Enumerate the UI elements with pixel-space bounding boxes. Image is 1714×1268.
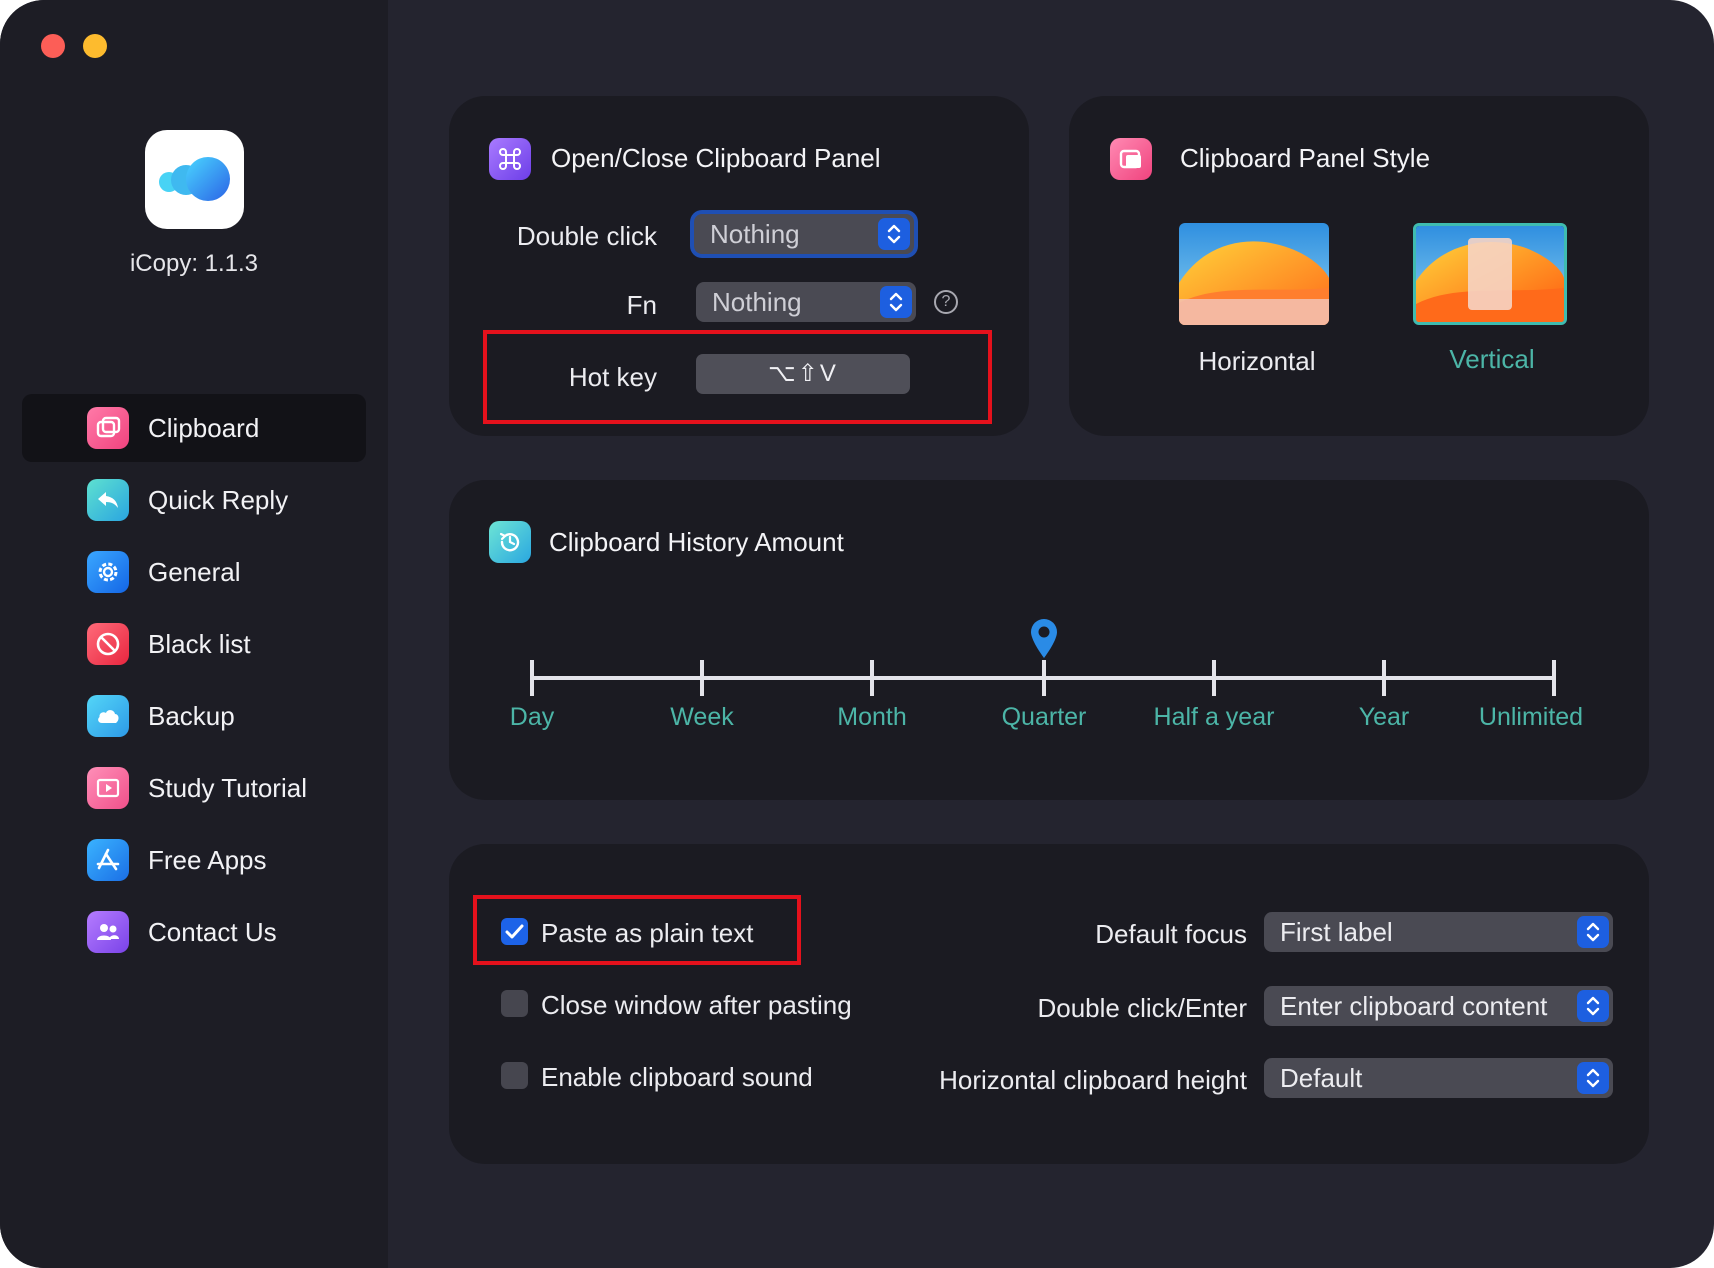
sidebar-item-label: Contact Us [148, 917, 277, 947]
close-window-button[interactable] [41, 34, 65, 58]
minimize-window-button[interactable] [83, 34, 107, 58]
cloud-icon [87, 695, 129, 737]
wallpaper-vertical-icon [1416, 226, 1564, 322]
slider-tick [870, 660, 874, 696]
sound-checkbox[interactable] [501, 1062, 528, 1089]
wallpaper-horizontal-icon [1179, 223, 1329, 325]
double-click-label: Double click [516, 221, 657, 251]
double-click-enter-select[interactable]: Enter clipboard content [1264, 986, 1613, 1026]
app-store-icon [87, 839, 129, 881]
sidebar-item-label: Backup [148, 701, 235, 731]
app-logo [145, 130, 244, 229]
reply-icon [87, 479, 129, 521]
prohibited-icon [87, 623, 129, 665]
clouds-logo-icon [159, 157, 230, 201]
fn-label: Fn [626, 290, 657, 320]
double-click-value: Nothing [710, 219, 800, 249]
vertical-style-option[interactable] [1413, 223, 1567, 325]
sidebar-item-general[interactable]: General [22, 538, 366, 606]
chevron-updown-icon [1577, 1062, 1609, 1094]
sidebar-item-backup[interactable]: Backup [22, 682, 366, 750]
gear-icon [87, 551, 129, 593]
video-icon [87, 767, 129, 809]
slider-pin-icon[interactable] [1028, 617, 1060, 659]
window-stack-icon [1110, 138, 1152, 180]
slider-tick [1042, 660, 1046, 696]
sidebar: iCopy: 1.1.3 Clipboard Quick Reply Gener… [0, 0, 388, 1268]
paste-plain-label: Paste as plain text [541, 918, 754, 948]
fn-select[interactable]: Nothing [696, 282, 916, 322]
sidebar-item-label: Black list [148, 629, 251, 659]
sidebar-item-contact-us[interactable]: Contact Us [22, 898, 366, 966]
paste-plain-checkbox[interactable] [501, 918, 528, 945]
stop-day[interactable]: Day [447, 703, 617, 732]
sidebar-item-black-list[interactable]: Black list [22, 610, 366, 678]
double-click-enter-value: Enter clipboard content [1280, 991, 1548, 1021]
stop-year[interactable]: Year [1299, 703, 1469, 732]
chevron-updown-icon [1577, 990, 1609, 1022]
sidebar-item-label: General [148, 557, 241, 587]
clipboard-icon [87, 407, 129, 449]
vertical-label: Vertical [1449, 344, 1535, 374]
chevron-updown-icon [880, 286, 912, 318]
sidebar-item-label: Quick Reply [148, 485, 289, 515]
app-version: iCopy: 1.1.3 [129, 250, 259, 277]
stop-week[interactable]: Week [617, 703, 787, 732]
sound-label: Enable clipboard sound [541, 1062, 813, 1092]
stop-half-year[interactable]: Half a year [1129, 703, 1299, 732]
slider-tick [530, 660, 534, 696]
default-focus-label: Default focus [1095, 919, 1247, 949]
app-window: iCopy: 1.1.3 Clipboard Quick Reply Gener… [0, 0, 1714, 1268]
slider-tick [1552, 660, 1556, 696]
horizontal-height-value: Default [1280, 1063, 1363, 1093]
sidebar-item-label: Study Tutorial [148, 773, 307, 803]
chevron-updown-icon [878, 218, 910, 250]
horizontal-height-select[interactable]: Default [1264, 1058, 1613, 1098]
close-after-label: Close window after pasting [541, 990, 852, 1020]
history-title: Clipboard History Amount [549, 527, 844, 557]
horizontal-style-option[interactable] [1179, 223, 1329, 325]
sidebar-item-label: Clipboard [148, 413, 260, 443]
close-after-checkbox[interactable] [501, 990, 528, 1017]
checkmark-icon [505, 924, 524, 939]
slider-tick [1382, 660, 1386, 696]
horizontal-label: Horizontal [1198, 346, 1316, 376]
open-close-title: Open/Close Clipboard Panel [551, 143, 881, 173]
fn-value: Nothing [712, 287, 802, 317]
slider-tick [700, 660, 704, 696]
double-click-enter-label: Double click/Enter [1037, 993, 1247, 1023]
chevron-updown-icon [1577, 916, 1609, 948]
sidebar-item-label: Free Apps [148, 845, 267, 875]
contacts-icon [87, 911, 129, 953]
stop-unlimited[interactable]: Unlimited [1446, 703, 1616, 732]
history-icon [489, 521, 531, 563]
sidebar-item-clipboard[interactable]: Clipboard [22, 394, 366, 462]
sidebar-nav: Clipboard Quick Reply General Black list [22, 394, 366, 970]
help-icon[interactable]: ? [934, 290, 958, 314]
sidebar-item-quick-reply[interactable]: Quick Reply [22, 466, 366, 534]
stop-month[interactable]: Month [787, 703, 957, 732]
command-icon [489, 138, 531, 180]
hotkey-label: Hot key [568, 362, 657, 392]
panel-style-title: Clipboard Panel Style [1180, 143, 1431, 173]
sidebar-item-free-apps[interactable]: Free Apps [22, 826, 366, 894]
horizontal-height-label: Horizontal clipboard height [939, 1065, 1247, 1095]
hotkey-recorder[interactable]: ⌥⇧V [696, 354, 910, 394]
default-focus-value: First label [1280, 917, 1393, 947]
sidebar-item-study-tutorial[interactable]: Study Tutorial [22, 754, 366, 822]
stop-quarter[interactable]: Quarter [959, 703, 1129, 732]
default-focus-select[interactable]: First label [1264, 912, 1613, 952]
slider-tick [1212, 660, 1216, 696]
double-click-select[interactable]: Nothing [694, 214, 914, 254]
